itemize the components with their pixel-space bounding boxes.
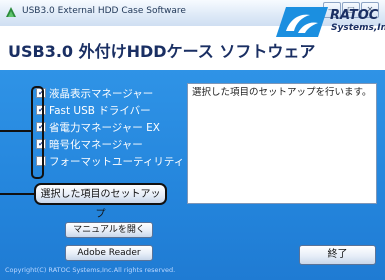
checklist-item[interactable]: ✔ 液晶表示マネージャー xyxy=(36,85,153,101)
window-title: USB3.0 External HDD Case Software xyxy=(22,6,186,16)
checklist-item-label: 省電力マネージャー EX xyxy=(49,121,160,134)
checklist-item[interactable]: ✔ 暗号化マネージャー xyxy=(36,136,143,152)
checklist-item-label: フォーマットユーティリティ xyxy=(49,155,185,168)
app-icon xyxy=(6,7,16,17)
exit-button[interactable]: 終了 xyxy=(299,245,376,265)
description-text: 選択した項目のセットアップを行います。 xyxy=(192,87,372,98)
checklist-highlight-bracket xyxy=(31,86,44,179)
adobe-reader-button[interactable]: Adobe Reader xyxy=(65,245,153,261)
logo-subtext: Systems,Inc. xyxy=(331,23,385,33)
checklist-item-label: 暗号化マネージャー xyxy=(49,138,143,151)
logo-text: RATOC xyxy=(330,8,379,23)
copyright-text: Copyright(C) RATOC Systems,Inc.All right… xyxy=(5,266,176,274)
checklist-item-label: 液晶表示マネージャー xyxy=(49,87,154,100)
open-manual-button[interactable]: マニュアルを開く xyxy=(65,222,153,238)
checklist-item[interactable]: ✔ Fast USB ドライバー xyxy=(36,102,151,118)
checklist-item-label: Fast USB ドライバー xyxy=(49,104,151,117)
page-title: USB3.0 外付けHDDケース ソフトウェア xyxy=(8,42,316,61)
description-box: 選択した項目のセットアップを行います。 xyxy=(187,83,377,204)
checklist-item[interactable]: フォーマットユーティリティ xyxy=(36,153,184,169)
checklist-callout-line xyxy=(0,130,32,132)
setup-callout-line xyxy=(0,193,35,195)
setup-selected-button[interactable]: 選択した項目のセットアップ xyxy=(34,183,167,220)
checklist-item[interactable]: ✔ 省電力マネージャー EX xyxy=(36,119,160,135)
